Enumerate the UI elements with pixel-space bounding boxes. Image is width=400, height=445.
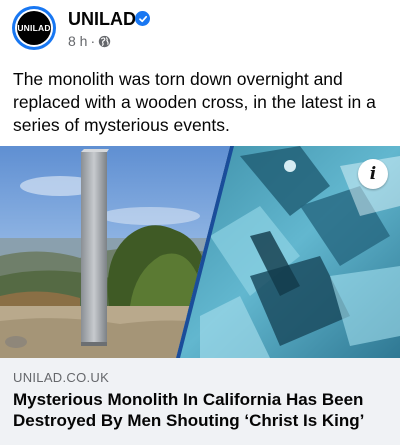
avatar-logo: UNILAD — [17, 11, 51, 45]
meta-separator: · — [90, 33, 96, 49]
post-media-image[interactable]: i — [0, 146, 400, 358]
post-caption: The monolith was torn down overnight and… — [13, 69, 376, 135]
post-meta: 8 h · — [68, 33, 111, 49]
post-timestamp[interactable]: 8 h — [68, 33, 87, 49]
globe-icon[interactable] — [98, 35, 111, 48]
page-avatar[interactable]: UNILAD — [12, 6, 56, 50]
verified-badge-icon — [135, 11, 150, 26]
info-icon[interactable]: i — [358, 159, 388, 189]
page-name-link[interactable]: UNILAD — [68, 9, 136, 30]
link-headline[interactable]: Mysterious Monolith In California Has Be… — [13, 389, 393, 431]
post-header: UNILAD UNILAD 8 h · — [0, 0, 400, 60]
link-domain: UNILAD.CO.UK — [13, 370, 110, 385]
link-preview-card[interactable]: UNILAD.CO.UK Mysterious Monolith In Cali… — [0, 358, 400, 445]
monolith-photo-collage — [0, 146, 400, 358]
